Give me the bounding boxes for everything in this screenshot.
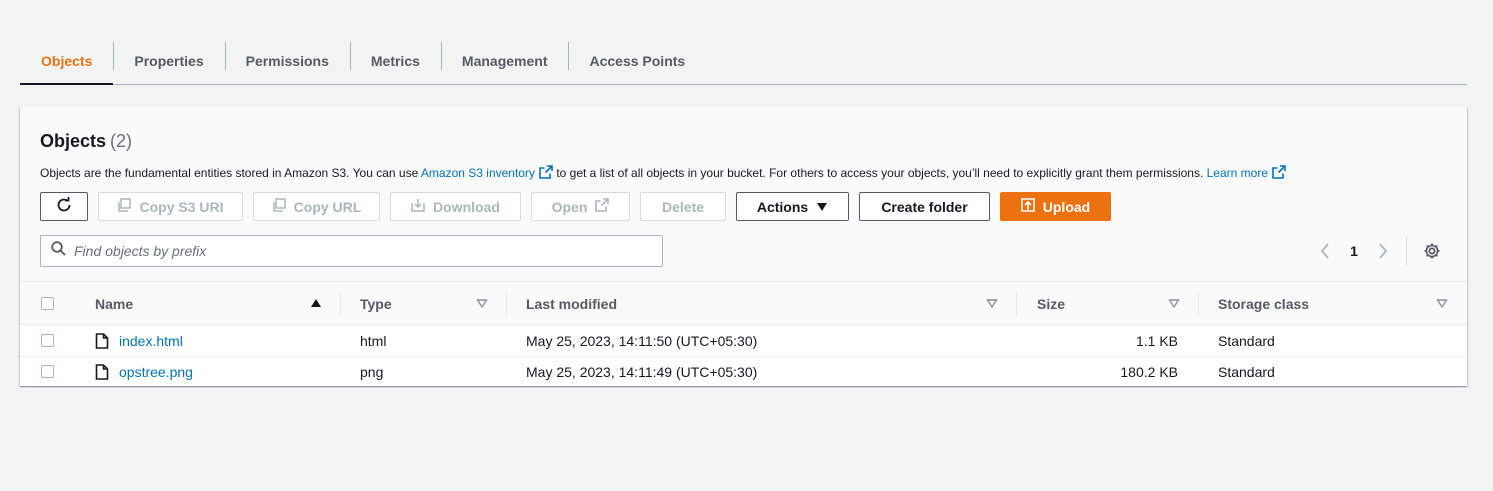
objects-panel: Objects (2) Objects are the fundamental e… [20,107,1467,386]
chevron-right-icon [1379,243,1388,259]
tab-objects[interactable]: Objects [20,38,114,85]
pagination: 1 [1310,235,1447,267]
refresh-icon [55,196,73,217]
last-modified-cell: May 25, 2023, 14:11:49 (UTC+05:30) [526,364,758,380]
file-icon [95,333,109,349]
actions-dropdown[interactable]: Actions [736,192,849,221]
storage-class-cell: Standard [1218,333,1275,349]
page-number[interactable]: 1 [1340,243,1368,259]
delete-button[interactable]: Delete [640,192,726,221]
select-all-checkbox[interactable] [41,297,54,310]
sort-icon[interactable] [1436,296,1448,312]
tab-properties[interactable]: Properties [113,38,224,84]
external-link-icon[interactable] [1272,165,1286,182]
upload-label: Upload [1042,198,1091,215]
search-box[interactable] [40,235,663,267]
column-label: Size [1037,295,1066,312]
row-checkbox[interactable] [41,334,54,347]
sort-icon[interactable] [986,296,998,312]
column-divider[interactable] [506,292,507,316]
tab-access-points[interactable]: Access Points [568,38,706,84]
upload-icon [1021,198,1035,215]
description-text-2: to get a list of all objects in your buc… [552,166,1207,180]
panel-title-text: Objects [40,131,107,151]
tab-management[interactable]: Management [440,38,569,84]
previous-page-button[interactable] [1310,236,1340,266]
type-cell: png [360,364,384,380]
copy-s3-uri-label: Copy S3 URI [139,198,224,215]
table-row[interactable]: opstree.png png May 25, 2023, 14:11:49 (… [20,356,1467,386]
size-cell: 180.2 KB [1120,364,1178,380]
column-label: Storage class [1218,295,1310,312]
file-name-cell: index.html [95,326,183,356]
search-icon [51,241,66,261]
s3-inventory-link[interactable]: Amazon S3 inventory [421,166,535,180]
column-divider[interactable] [1016,292,1017,316]
table-row[interactable]: index.html html May 25, 2023, 14:11:50 (… [20,326,1467,356]
column-header-last-modified[interactable]: Last modified [526,282,617,325]
caret-down-icon [816,199,828,215]
file-icon [95,364,109,380]
object-link[interactable]: opstree.png [119,364,193,380]
open-label: Open [551,198,588,215]
external-link-icon[interactable] [539,165,553,182]
copy-s3-uri-button[interactable]: Copy S3 URI [98,192,243,221]
chevron-left-icon [1320,243,1329,259]
row-checkbox[interactable] [41,365,54,378]
copy-url-button[interactable]: Copy URL [253,192,380,221]
create-folder-label: Create folder [881,198,968,215]
external-link-icon [595,198,610,215]
column-divider[interactable] [1198,292,1199,316]
column-label: Type [360,295,392,312]
column-header-storage-class[interactable]: Storage class [1218,282,1309,325]
open-button[interactable]: Open [531,192,630,221]
column-header-name[interactable]: Name [95,282,133,325]
tab-bar: Objects Properties Permissions Metrics M… [20,38,1467,85]
actions-label: Actions [756,198,809,215]
description-text-1: Objects are the fundamental entities sto… [40,166,421,180]
download-label: Download [433,198,500,215]
column-divider[interactable] [340,292,341,316]
sort-ascending-icon[interactable] [310,296,322,312]
download-icon [411,198,425,215]
column-header-size[interactable]: Size [1037,282,1065,325]
last-modified-cell: May 25, 2023, 14:11:50 (UTC+05:30) [526,333,758,349]
search-input[interactable] [74,243,634,259]
refresh-button[interactable] [40,192,88,221]
column-label: Name [95,295,134,312]
upload-button[interactable]: Upload [1000,192,1111,221]
copy-icon [272,198,286,215]
copy-url-label: Copy URL [293,198,362,215]
sort-icon[interactable] [476,296,488,312]
object-count: (2) [110,131,133,151]
panel-title: Objects (2) [40,131,132,152]
gear-icon [1424,243,1440,259]
object-link[interactable]: index.html [119,333,183,349]
create-folder-button[interactable]: Create folder [859,192,990,221]
panel-header: Objects (2) Objects are the fundamental e… [20,107,1467,282]
file-name-cell: opstree.png [95,357,193,387]
panel-description: Objects are the fundamental entities sto… [40,165,1286,182]
copy-icon [117,198,132,215]
size-cell: 1.1 KB [1135,333,1178,349]
tab-permissions[interactable]: Permissions [224,38,350,84]
settings-button[interactable] [1417,236,1447,266]
learn-more-link[interactable]: Learn more [1207,166,1268,180]
delete-label: Delete [661,198,705,215]
sort-icon[interactable] [1168,296,1180,312]
table-header: Name Type Last modified Size Storage cla… [20,282,1467,325]
column-header-type[interactable]: Type [360,282,392,325]
storage-class-cell: Standard [1218,364,1275,380]
divider [1406,237,1407,265]
download-button[interactable]: Download [390,192,521,221]
column-label: Last modified [526,295,618,312]
tab-metrics[interactable]: Metrics [349,38,441,84]
type-cell: html [360,333,387,349]
next-page-button[interactable] [1368,236,1398,266]
